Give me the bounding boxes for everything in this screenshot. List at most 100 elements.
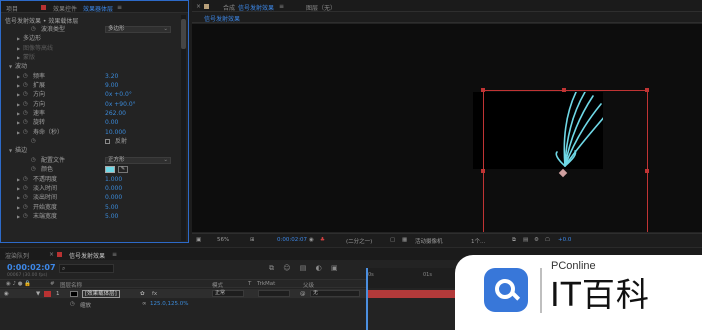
stopwatch-icon[interactable]: ◷ [31,156,36,165]
property-dropdown[interactable]: 正方形 ⌄ [105,156,171,164]
shy-layers-icon[interactable]: ☺ [283,264,290,272]
stopwatch-icon[interactable]: ◷ [23,193,28,202]
stopwatch-icon[interactable]: ◷ [23,184,28,193]
panel-menu-icon[interactable]: ≡ [117,4,122,11]
transform-handle[interactable] [645,169,649,173]
parent-pickwhip-icon[interactable]: @ [300,291,306,297]
expand-triangle-icon[interactable]: ▶ [17,109,20,118]
effect-property-row[interactable]: ▶ 多边形 [1,34,181,43]
transform-handle[interactable] [645,88,649,92]
scale-value[interactable]: 125.0,125.0% [150,301,188,307]
stopwatch-icon[interactable]: ◷ [23,81,28,90]
frame-blending-icon[interactable]: ▤ [300,264,307,272]
parent-dropdown[interactable]: 无 [310,290,360,297]
constrain-proportions-icon[interactable]: ∞ [142,301,147,307]
stopwatch-icon[interactable]: ◷ [23,212,28,221]
timeline-menu-icon[interactable]: ≡ [112,251,117,258]
property-value[interactable]: 5.00 [105,203,118,212]
expand-triangle-icon[interactable]: ▶ [17,193,20,202]
close-icon[interactable]: × [49,251,54,258]
stopwatch-icon[interactable]: ◷ [23,118,28,127]
layer-search-input[interactable]: ⌕ [59,264,114,273]
expand-triangle-icon[interactable]: ▶ [17,81,20,90]
trkmat-dropdown[interactable] [258,290,290,297]
effect-controls-scrollbar[interactable] [181,15,186,241]
flowchart-icon[interactable]: ☖ [545,237,550,243]
tab-effect-controls[interactable]: 效果控件 [53,4,77,13]
effect-property-row[interactable]: ▶ ◷ 旋转 0.00 [1,118,181,127]
color-swatch[interactable] [105,166,115,174]
property-value[interactable]: 262.00 [105,109,126,118]
tab-project[interactable]: 项目 [6,4,18,13]
property-value[interactable]: 5.00 [105,212,118,221]
current-time-display[interactable]: 0:00:02:07 [277,237,307,243]
motion-blur-icon[interactable]: ⚙ [534,237,539,243]
current-time-indicator[interactable] [366,268,368,330]
effect-property-row[interactable]: ▶ ◷ 速率 262.00 [1,109,181,118]
tab-comp-name[interactable]: 信号发射效果 [238,3,274,12]
eyedropper-icon[interactable]: ✎ [118,166,128,174]
stopwatch-icon[interactable]: ◷ [23,109,28,118]
tab-composition[interactable]: 合成 [223,3,235,12]
view-layout-dropdown[interactable]: 1个... [471,237,485,245]
expand-triangle-icon[interactable]: ▶ [17,90,20,99]
effect-property-row[interactable]: ◷ 波浪类型 多边形 ⌄ [1,25,181,34]
stopwatch-icon[interactable]: ◷ [31,137,36,146]
effect-property-row[interactable]: ▶ ◷ 寿命（秒） 10.000 [1,128,181,137]
draft-3d-icon[interactable]: ▤ [523,237,528,243]
comp-mini-flowchart-icon[interactable]: ⧉ [269,264,274,272]
layer-row[interactable]: ◉ ▼ 1 [效果载体层] ✿ fx 正常 @ 无 [0,289,366,299]
stopwatch-icon[interactable]: ◷ [23,175,28,184]
effect-property-row[interactable]: ◷ 颜色 ✎ [1,165,181,174]
camera-dropdown[interactable]: 活动摄像机 [415,237,443,245]
stopwatch-icon[interactable]: ◷ [23,72,28,81]
reflect-checkbox[interactable] [105,139,110,145]
effect-property-row[interactable]: ▶ ◷ 频率 3.20 [1,72,181,81]
expand-triangle-icon[interactable]: ▶ [17,184,20,193]
stopwatch-icon[interactable]: ◷ [23,90,28,99]
exposure-value[interactable]: +0.0 [558,237,571,243]
effect-property-row[interactable]: ▶ 蒙版 [1,53,181,62]
property-value[interactable]: 0.000 [105,184,122,193]
expand-triangle-open-icon[interactable]: ▼ [9,62,12,71]
snapshot-icon[interactable]: ◉ [309,237,314,243]
property-value[interactable]: 0.000 [105,193,122,202]
visibility-eye-icon[interactable]: ◉ [4,291,9,297]
motion-blur-switch-icon[interactable]: ◐ [316,264,322,272]
zoom-dropdown[interactable]: 56% [217,237,229,243]
effect-property-row[interactable]: ▼ 描边 [1,146,181,155]
effect-property-row[interactable]: ▶ ◷ 扩展 9.00 [1,81,181,90]
expand-triangle-icon[interactable]: ▶ [17,128,20,137]
composition-viewer[interactable] [192,24,702,232]
close-icon[interactable]: × [196,3,201,10]
property-value[interactable]: 3.20 [105,72,118,81]
effect-property-row[interactable]: ▶ ◷ 方向 0x +0.0° [1,90,181,99]
expand-triangle-open-icon[interactable]: ▼ [9,146,12,155]
shy-switch-icon[interactable]: ✿ [140,291,145,297]
column-layer-name[interactable]: 图层名称 [60,281,82,289]
property-value[interactable]: 0x +0.0° [105,90,132,99]
stopwatch-icon[interactable]: ◷ [23,128,28,137]
property-dropdown[interactable]: 多边形 ⌄ [105,26,171,33]
effect-property-row[interactable]: ▶ ◷ 淡入时间 0.000 [1,184,181,193]
stopwatch-icon[interactable]: ◷ [23,203,28,212]
effect-property-row[interactable]: ▶ ◷ 不透明度 1.000 [1,175,181,184]
fx-switch-icon[interactable]: fx [152,291,157,297]
effect-property-row[interactable]: ▶ ◷ 开始宽度 5.00 [1,203,181,212]
resolution-dropdown[interactable]: (二分之一) [346,237,372,245]
blend-mode-dropdown[interactable]: 正常 [212,290,244,297]
graph-editor-icon[interactable]: ▣ [331,264,338,272]
transform-handle[interactable] [481,169,485,173]
expand-triangle-icon[interactable]: ▶ [17,53,20,62]
expand-triangle-icon[interactable]: ▶ [17,175,20,184]
expand-triangle-icon[interactable]: ▶ [17,203,20,212]
transform-handle[interactable] [562,88,566,92]
layer-label-color[interactable] [44,291,51,297]
transparency-grid-icon[interactable]: ▦ [402,237,407,243]
effect-property-row[interactable]: ▼ 波动 [1,62,181,71]
effect-property-row[interactable]: ▶ ◷ 方向 0x +90.0° [1,100,181,109]
expand-triangle-icon[interactable]: ▶ [17,72,20,81]
expand-triangle-icon[interactable]: ▶ [17,212,20,221]
property-value[interactable]: 10.000 [105,128,126,137]
share-view-icon[interactable]: ⧉ [512,237,516,244]
